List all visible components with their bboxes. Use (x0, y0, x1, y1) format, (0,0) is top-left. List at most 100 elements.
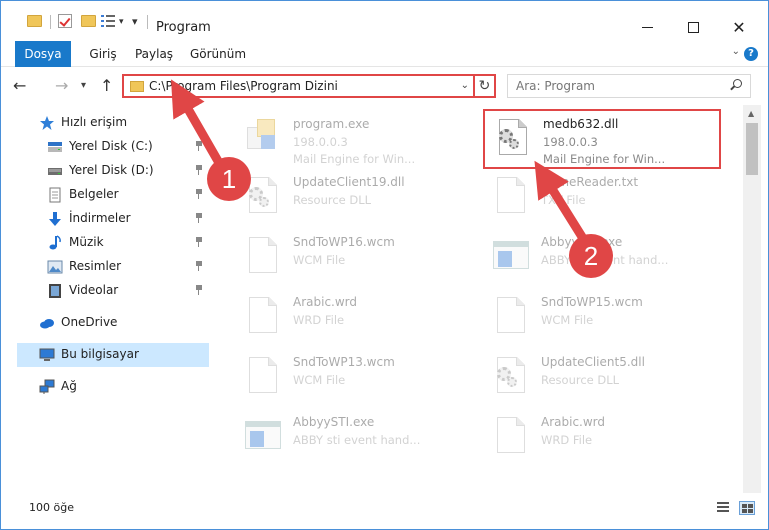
file-tile[interactable]: AbbyySTI.exe ABBY sti event hand... (235, 409, 471, 463)
nav-label: Yerel Disk (D:) (69, 163, 154, 177)
minimize-icon (641, 26, 653, 28)
qat-more-icon[interactable]: ▾ (132, 15, 138, 33)
nav-this-pc[interactable]: Bu bilgisayar (17, 343, 209, 367)
address-bar[interactable]: C:\Program Files\Program Dizini ⌄ (122, 74, 477, 98)
nav-label: İndirmeler (69, 211, 131, 225)
back-arrow-icon[interactable]: ← (13, 76, 26, 95)
dll-icon (491, 355, 531, 399)
file-detail: TXT File (541, 193, 586, 207)
file-name: program.exe (293, 117, 370, 131)
nav-label: Hızlı erişim (61, 115, 128, 129)
file-name: AbbyySTI.exe (293, 415, 375, 429)
scroll-thumb[interactable] (746, 123, 758, 175)
pin-icon[interactable] (195, 141, 203, 151)
file-tile[interactable]: Arabic.wrd WRD File (483, 409, 719, 463)
computer-icon (39, 348, 55, 361)
pin-icon[interactable] (195, 261, 203, 271)
tab-file[interactable]: Dosya (15, 41, 71, 67)
ribbon-tabs: Dosya Giriş Paylaş Görünüm ⌄ ? (1, 41, 768, 67)
ribbon-expand-icon[interactable]: ⌄ (732, 46, 740, 57)
recent-locations-icon[interactable]: ▾ (81, 80, 86, 91)
minimize-button[interactable] (624, 14, 670, 40)
file-tile[interactable]: SndToWP13.wcm WCM File (235, 349, 471, 403)
address-path[interactable]: C:\Program Files\Program Dizini (149, 79, 338, 93)
search-input[interactable]: Ara: Program (507, 74, 751, 98)
documents-icon (49, 187, 61, 203)
nav-item-documents[interactable]: Belgeler (17, 183, 209, 207)
forward-arrow-icon[interactable]: → (55, 76, 68, 95)
search-placeholder: Ara: Program (516, 79, 595, 93)
address-dropdown-icon[interactable]: ⌄ (461, 80, 469, 91)
maximize-button[interactable] (670, 14, 716, 40)
nav-item-downloads[interactable]: İndirmeler (17, 207, 209, 231)
details-view-icon[interactable] (715, 501, 731, 515)
nav-quick-access[interactable]: Hızlı erişim (17, 111, 209, 135)
file-name: UpdateClient19.dll (293, 175, 405, 189)
pin-icon[interactable] (195, 189, 203, 199)
file-detail: Mail Engine for Win... (543, 152, 666, 166)
file-detail: 198.0.0.3 (293, 135, 348, 149)
nav-label: Bu bilgisayar (61, 347, 139, 361)
nav-label: Resimler (69, 259, 122, 273)
customize-qat-icon[interactable] (101, 15, 115, 27)
nav-item-pictures[interactable]: Resimler (17, 255, 209, 279)
file-icon (243, 235, 283, 279)
file-detail: WCM File (293, 373, 346, 387)
nav-label: Ağ (61, 379, 77, 393)
nav-item-videos[interactable]: Videolar (17, 279, 209, 303)
nav-onedrive[interactable]: OneDrive (17, 311, 209, 335)
nav-network[interactable]: Ağ (17, 375, 209, 399)
file-tile[interactable]: SndToWP15.wcm WCM File (483, 289, 719, 343)
file-tile[interactable]: program.exe 198.0.0.3 Mail Engine for Wi… (235, 111, 471, 166)
scroll-up-icon[interactable]: ▲ (748, 109, 754, 118)
pin-icon[interactable] (195, 165, 203, 175)
tab-view[interactable]: Görünüm (186, 41, 250, 67)
file-tile[interactable]: Arabic.wrd WRD File (235, 289, 471, 343)
nav-label: Belgeler (69, 187, 119, 201)
qat-dropdown-icon[interactable]: ▾ (119, 17, 124, 35)
tab-home[interactable]: Giriş (81, 41, 125, 67)
file-tile-medb632[interactable]: medb632.dll 198.0.0.3 Mail Engine for Wi… (483, 109, 721, 169)
new-folder-icon[interactable] (81, 15, 96, 27)
nav-label: OneDrive (61, 315, 118, 329)
file-detail: WCM File (541, 313, 594, 327)
up-arrow-icon[interactable]: ↑ (100, 76, 113, 95)
file-name: NameReader.txt (541, 175, 639, 189)
properties-check-icon[interactable] (58, 14, 72, 28)
step-2-badge: 2 (569, 234, 613, 278)
file-icon (243, 295, 283, 339)
download-icon (49, 212, 61, 226)
drive-icon (48, 168, 62, 175)
videos-icon (49, 284, 61, 298)
dll-icon (493, 117, 533, 161)
window-title: Program (156, 20, 211, 35)
nav-item-music[interactable]: Müzik (17, 231, 209, 255)
nav-item-d-drive[interactable]: Yerel Disk (D:) (17, 159, 209, 183)
music-icon (49, 235, 61, 250)
close-button[interactable]: ✕ (716, 14, 762, 40)
file-detail: WCM File (293, 253, 346, 267)
file-name: Arabic.wrd (293, 295, 358, 309)
drive-icon (48, 142, 62, 152)
explorer-window: ▾ ▾ Program ✕ Dosya Giriş Paylaş Görünüm… (0, 0, 769, 530)
large-icons-view-icon[interactable] (739, 501, 755, 515)
help-icon[interactable]: ? (744, 47, 758, 61)
pin-icon[interactable] (195, 213, 203, 223)
pin-icon[interactable] (195, 285, 203, 295)
nav-label: Yerel Disk (C:) (69, 139, 153, 153)
nav-item-c-drive[interactable]: Yerel Disk (C:) (17, 135, 209, 159)
file-name: SndToWP15.wcm (541, 295, 643, 309)
file-tile[interactable]: NameReader.txt TXT File (483, 169, 719, 223)
navigation-bar: ← → ▾ ↑ C:\Program Files\Program Dizini … (1, 67, 768, 105)
star-icon (40, 116, 54, 130)
pin-icon[interactable] (195, 237, 203, 247)
file-tile[interactable]: UpdateClient19.dll Resource DLL (235, 169, 471, 223)
exe-window-icon (491, 235, 531, 279)
file-tile[interactable]: SndToWP16.wcm WCM File (235, 229, 471, 283)
file-tile[interactable]: UpdateClient5.dll Resource DLL (483, 349, 719, 403)
tab-share[interactable]: Paylaş (129, 41, 179, 67)
file-detail: Mail Engine for Win... (293, 152, 416, 166)
folder-icon (27, 15, 42, 27)
refresh-button[interactable]: ↻ (473, 74, 496, 98)
vertical-scrollbar[interactable]: ▲ (743, 105, 761, 493)
